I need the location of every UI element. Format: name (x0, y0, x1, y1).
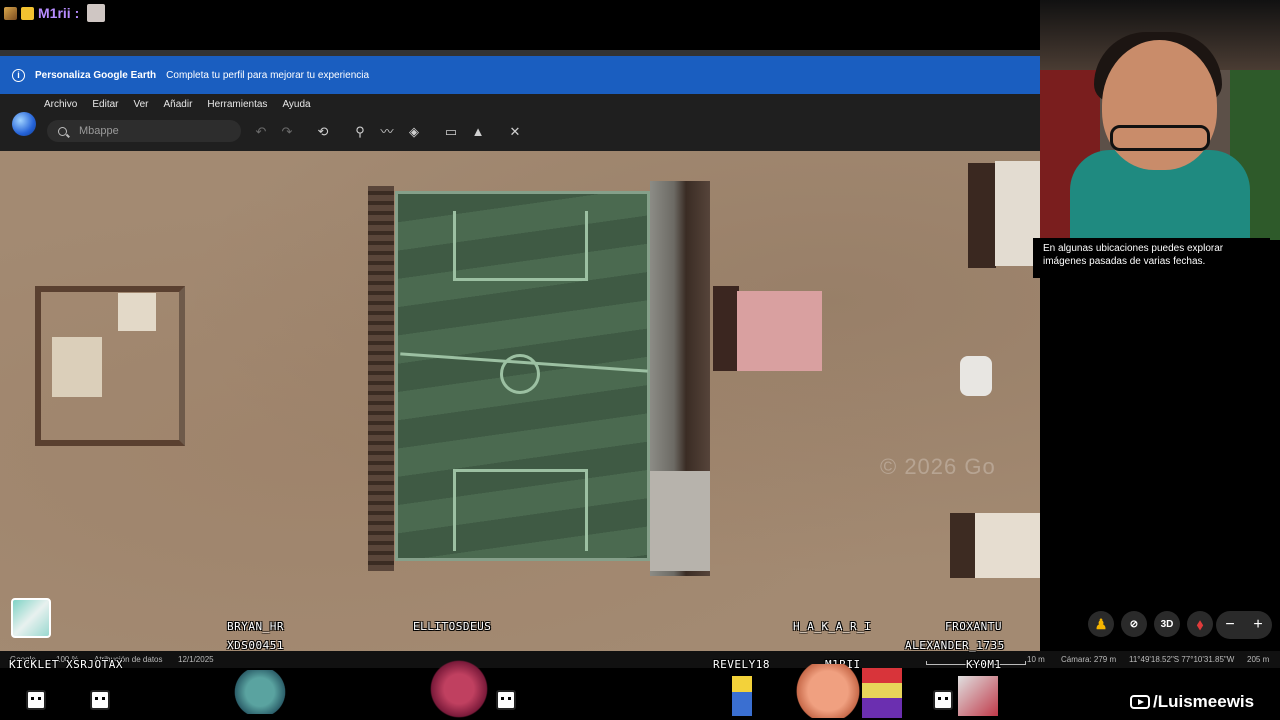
coordinates: 11°49'18.52"S 77°10'31.85"W (1129, 655, 1235, 664)
no-tilt-icon: ⊘ (1129, 618, 1139, 630)
chatter-name: KICKLET XSRJOTAX (9, 658, 123, 671)
chatter-sprite-icon (26, 690, 46, 710)
chatter-name: H_A_K_A_R_I (793, 620, 872, 633)
elevation: 205 m (1247, 655, 1270, 664)
menu-ver[interactable]: Ver (133, 99, 148, 110)
satellite-map[interactable]: © 2026 Go (0, 151, 1040, 651)
redo-icon[interactable]: ↷ (278, 124, 296, 140)
nav-controls: ♟ ⊘ 3D ⬧ (1088, 611, 1213, 637)
menu-editar[interactable]: Editar (92, 99, 118, 110)
penalty-box-top (453, 211, 588, 281)
streamer-glasses (1110, 125, 1210, 151)
compass-icon: ⬧ (1196, 615, 1204, 632)
tools-icon[interactable]: ✕ (506, 124, 524, 140)
menu-anadir[interactable]: Añadir (164, 99, 193, 110)
chatter-sprite-icon (496, 690, 516, 710)
chatter-name: ELLITOSDEUS (413, 620, 492, 633)
chatter-name: BRYAN_HR (227, 620, 284, 633)
layers-icon[interactable]: ◈ (405, 124, 423, 140)
pegman-icon: ♟ (1094, 615, 1108, 632)
image-overlay-icon[interactable]: ▲ (469, 124, 487, 140)
building (713, 286, 739, 371)
chatter-name: REVELY18 (713, 658, 770, 671)
camera-altitude: Cámara: 279 m (1061, 655, 1117, 664)
undo-icon[interactable]: ↶ (252, 124, 270, 140)
scale-label: 10 m (1027, 655, 1045, 664)
menu-ayuda[interactable]: Ayuda (282, 99, 310, 110)
building (52, 337, 102, 397)
imagery-date: 12/1/2025 (178, 655, 214, 664)
creature-sprite-icon (793, 664, 863, 718)
placemark-icon[interactable]: ⚲ (351, 124, 369, 140)
banner-title[interactable]: Personaliza Google Earth (35, 70, 156, 81)
menu-herramientas[interactable]: Herramientas (207, 99, 267, 110)
map-style-button[interactable] (11, 598, 51, 638)
pegman-button[interactable]: ♟ (1088, 611, 1114, 637)
menu-bar: Archivo Editar Ver Añadir Herramientas A… (44, 99, 311, 110)
character-sprite-icon (732, 676, 752, 716)
path-icon[interactable]: 〰 (378, 124, 396, 140)
view-3d-button[interactable]: 3D (1154, 611, 1180, 637)
history-tooltip: En algunas ubicaciones puedes explorar i… (1033, 238, 1270, 278)
info-icon: i (12, 68, 25, 82)
chatter-name: FROXANTU (945, 620, 1002, 633)
stream-chat-bar: M1rii : (0, 0, 1040, 50)
webcam-overlay (1040, 0, 1280, 240)
dragon-sprite-icon (428, 660, 490, 718)
menu-archivo[interactable]: Archivo (44, 99, 77, 110)
chatter-sprite-icon (90, 690, 110, 710)
info-banner[interactable]: i Personaliza Google Earth Completa tu p… (0, 56, 1040, 94)
building (950, 513, 976, 578)
chatter-name: KY0M1 (966, 658, 1002, 671)
youtube-icon (1130, 695, 1150, 709)
zoom-out-button[interactable]: − (1225, 616, 1234, 634)
app-toolbar: Archivo Editar Ver Añadir Herramientas A… (0, 94, 1040, 151)
toolbar-tools: ↶ ↷ ⟲ ⚲ 〰 ◈ ▭ ▲ ✕ (252, 124, 524, 140)
chat-username: M1rii : (38, 5, 80, 21)
tilt-button[interactable]: ⊘ (1121, 611, 1147, 637)
search-input[interactable] (79, 125, 229, 137)
zoom-control: − + (1216, 611, 1272, 639)
monster-sprite-icon (232, 670, 288, 714)
building (960, 356, 992, 396)
building (968, 163, 996, 268)
building-pink-roof (737, 291, 822, 371)
channel-watermark: /Luismeewis (1130, 692, 1254, 712)
cat-emote-icon (87, 4, 106, 22)
chat-message: M1rii : (4, 4, 106, 22)
compass-button[interactable]: ⬧ (1187, 611, 1213, 637)
status-bar: Google 100 % Atribución de datos 12/1/20… (0, 651, 1280, 668)
slot-machine-sprite-icon (862, 668, 902, 718)
building (975, 513, 1040, 578)
banner-message: Completa tu perfil para mejorar tu exper… (166, 69, 370, 81)
chatter-sprite-icon (933, 690, 953, 710)
map-watermark: © 2026 Go (880, 454, 996, 479)
building (650, 471, 710, 571)
chatter-name: ALEXANDER_1735 (905, 639, 1005, 652)
building (118, 293, 156, 331)
history-icon[interactable]: ⟲ (314, 124, 332, 140)
robot-sprite-icon (958, 676, 998, 716)
crown-badge-icon (21, 6, 34, 20)
center-circle (500, 354, 540, 394)
channel-name: /Luismeewis (1153, 692, 1255, 711)
sword-badge-icon (4, 6, 17, 20)
ruler-icon[interactable]: ▭ (442, 124, 460, 140)
google-earth-logo-icon[interactable] (12, 112, 36, 136)
penalty-box-bottom (453, 469, 588, 551)
search-box[interactable] (47, 120, 241, 142)
search-icon (58, 126, 67, 136)
stadium-stand-left (368, 186, 394, 571)
zoom-in-button[interactable]: + (1253, 616, 1262, 634)
chatter-name: XDS00451 (227, 639, 284, 652)
